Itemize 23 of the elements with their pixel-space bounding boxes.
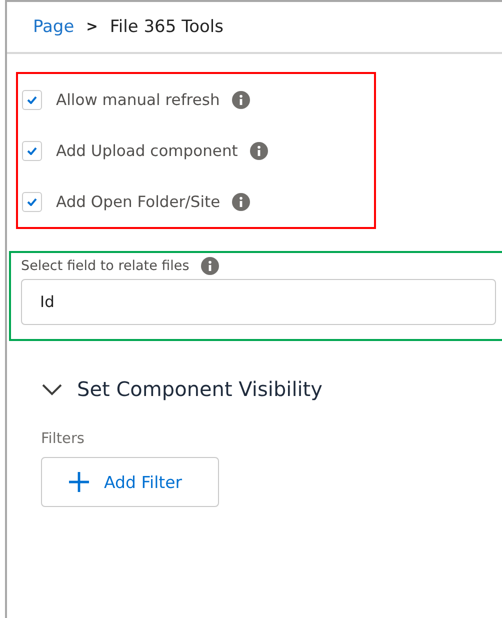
chevron-icon[interactable] [41, 382, 63, 396]
breadcrumb-separator: > [86, 19, 98, 35]
checkbox[interactable] [22, 90, 42, 110]
info-icon[interactable] [232, 90, 250, 108]
breadcrumb-link[interactable]: Page [33, 17, 74, 37]
checkmark-icon [27, 146, 37, 154]
section-title: Set Component Visibility [77, 377, 322, 401]
info-icon[interactable] [250, 142, 268, 160]
breadcrumb-current: File 365 Tools [110, 17, 224, 37]
checkmark-icon [27, 96, 37, 104]
field-label: Select field to relate files [21, 258, 190, 274]
filters-label: Filters [41, 431, 86, 447]
option-label: Allow manual refresh [56, 90, 220, 108]
info-icon[interactable] [201, 257, 220, 275]
checkbox[interactable] [22, 140, 42, 160]
option-label: Add Upload component [56, 142, 238, 160]
checkmark-icon [27, 198, 37, 206]
plus-icon [68, 471, 90, 493]
checkbox[interactable] [22, 192, 42, 212]
add-filter-button[interactable]: Add Filter [41, 457, 219, 507]
info-icon[interactable] [232, 192, 250, 210]
input-field[interactable]: Id [21, 279, 496, 325]
option-label: Add Open Folder/Site [56, 192, 220, 210]
